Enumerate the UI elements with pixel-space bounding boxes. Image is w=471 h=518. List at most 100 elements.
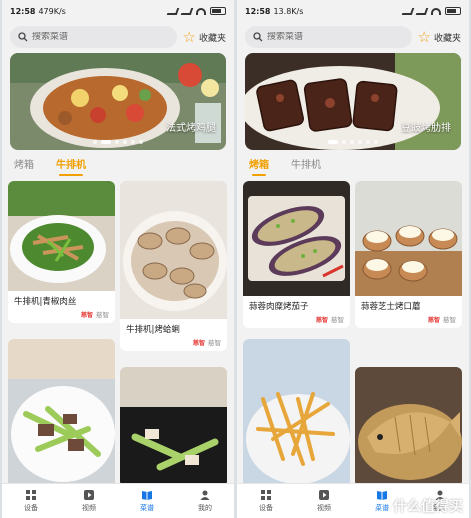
search-input[interactable] xyxy=(32,32,132,42)
nav-recipes[interactable]: 菜谱 xyxy=(118,484,176,518)
carousel-dot[interactable] xyxy=(139,140,143,144)
carousel-dot[interactable] xyxy=(366,140,370,144)
search-row: ☆ 收藏夹 xyxy=(245,26,461,48)
recipe-card[interactable]: 牛排机|烤蛤蜊 慈智 慈智 xyxy=(120,181,227,351)
nav-devices[interactable]: 设备 xyxy=(237,484,295,518)
search-icon xyxy=(18,32,28,42)
recipe-author: 慈智 xyxy=(208,339,221,347)
recipe-card[interactable] xyxy=(120,367,227,483)
recipe-title: 蒜蓉芝士烤口蘑 xyxy=(361,302,421,312)
carousel-dot[interactable] xyxy=(374,140,378,144)
watermark-text: 什么值得买 xyxy=(393,499,463,515)
recipe-card[interactable]: 蒜蓉肉糜烤茄子 慈智 慈智 xyxy=(243,181,350,328)
favorites-label: 收藏夹 xyxy=(433,33,461,44)
recipe-image xyxy=(243,339,350,483)
tab-steak-machine[interactable]: 牛排机 xyxy=(291,156,321,176)
nav-profile[interactable]: 我的 xyxy=(176,484,234,518)
book-icon xyxy=(377,491,387,500)
nav-devices[interactable]: 设备 xyxy=(2,484,60,518)
recipe-card[interactable] xyxy=(8,339,115,483)
recipe-grid: 牛排机|青椒肉丝 慈智 慈智 牛排机|烤蛤蜊 慈智 慈智 xyxy=(8,181,228,483)
recipe-image xyxy=(355,181,462,296)
banner-caption: 豆豉烤肋排 xyxy=(401,123,451,134)
signal-icon xyxy=(180,7,194,15)
star-icon: ☆ xyxy=(417,27,431,46)
nav-label: 设备 xyxy=(259,504,273,512)
status-bar: 12:58 479K/s xyxy=(2,0,234,22)
recipe-meta: 慈智 慈智 xyxy=(120,335,227,351)
nav-label: 我的 xyxy=(198,504,212,512)
bottom-nav: 设备 视频 菜谱 我的 xyxy=(2,483,234,518)
carousel-dot-active[interactable] xyxy=(328,140,338,144)
nav-label: 视频 xyxy=(317,504,331,512)
play-icon xyxy=(84,490,94,500)
banner-carousel[interactable]: 法式烤鸡腿 xyxy=(10,53,226,150)
wifi-icon xyxy=(431,7,441,15)
nav-label: 视频 xyxy=(82,504,96,512)
favorites-button[interactable]: ☆ 收藏夹 xyxy=(182,27,226,46)
status-time: 12:58 xyxy=(245,6,271,16)
grid-icon xyxy=(26,490,36,500)
carousel-dot[interactable] xyxy=(350,140,354,144)
carousel-dot[interactable] xyxy=(358,140,362,144)
search-row: ☆ 收藏夹 xyxy=(10,26,226,48)
search-box[interactable] xyxy=(10,26,177,48)
phone-screen-left: 12:58 479K/s ☆ 收藏夹 法式 xyxy=(2,0,234,518)
recipe-card[interactable]: 蒜蓉芝士烤口蘑 慈智 慈智 xyxy=(355,181,462,328)
carousel-dot[interactable] xyxy=(123,140,127,144)
search-input[interactable] xyxy=(267,32,367,42)
battery-icon xyxy=(210,7,226,15)
carousel-dot[interactable] xyxy=(342,140,346,144)
recipe-card[interactable]: 牛排机|青椒肉丝 慈智 慈智 xyxy=(8,181,115,323)
recipe-author: 慈智 xyxy=(443,316,456,324)
recipe-grid: 蒜蓉肉糜烤茄子 慈智 慈智 蒜蓉芝士烤口蘑 慈智 慈智 xyxy=(243,181,463,483)
status-bar: 12:58 13.8K/s xyxy=(237,0,469,22)
recipe-meta: 慈智 慈智 xyxy=(243,312,350,328)
recipe-title: 牛排机|青椒肉丝 xyxy=(14,297,77,307)
carousel-dots xyxy=(245,140,461,144)
wifi-icon xyxy=(196,7,206,15)
recipe-meta: 慈智 慈智 xyxy=(8,307,115,323)
nav-videos[interactable]: 视频 xyxy=(60,484,118,518)
person-icon xyxy=(200,490,210,500)
signal-icon xyxy=(401,7,415,15)
carousel-dot[interactable] xyxy=(131,140,135,144)
banner-caption: 法式烤鸡腿 xyxy=(166,123,216,134)
status-time: 12:58 xyxy=(10,6,36,16)
nav-label: 菜谱 xyxy=(140,504,154,512)
phone-screen-right: 12:58 13.8K/s ☆ 收藏夹 xyxy=(237,0,469,518)
recipe-image xyxy=(355,367,462,483)
status-icons xyxy=(166,7,226,15)
recipe-image xyxy=(8,181,115,291)
nav-label: 菜谱 xyxy=(375,504,389,512)
recipe-author: 慈智 xyxy=(331,316,344,324)
recipe-author: 慈智 xyxy=(96,311,109,319)
recipe-meta: 慈智 慈智 xyxy=(355,312,462,328)
carousel-dot-active[interactable] xyxy=(101,140,111,144)
recipe-image xyxy=(8,339,115,483)
status-speed: 13.8K/s xyxy=(273,6,304,16)
recipe-title: 牛排机|烤蛤蜊 xyxy=(126,325,180,335)
carousel-dots xyxy=(10,140,226,144)
recipe-image xyxy=(120,181,227,319)
star-icon: ☆ xyxy=(182,27,196,46)
battery-icon xyxy=(445,7,461,15)
nav-videos[interactable]: 视频 xyxy=(295,484,353,518)
category-tabs: 烤箱 牛排机 xyxy=(14,156,86,176)
carousel-dot[interactable] xyxy=(115,140,119,144)
carousel-dot[interactable] xyxy=(93,140,97,144)
signal-icon xyxy=(166,7,180,15)
favorites-button[interactable]: ☆ 收藏夹 xyxy=(417,27,461,46)
recipe-card[interactable] xyxy=(355,367,462,483)
category-tabs: 烤箱 牛排机 xyxy=(249,156,321,176)
banner-carousel[interactable]: 豆豉烤肋排 xyxy=(245,53,461,150)
tab-oven[interactable]: 烤箱 xyxy=(14,156,34,176)
brand-logo: 慈智 xyxy=(80,311,93,319)
recipe-card[interactable] xyxy=(243,339,350,483)
tab-steak-machine[interactable]: 牛排机 xyxy=(56,156,86,176)
signal-icon xyxy=(415,7,429,15)
banner-image-ribs xyxy=(245,53,461,150)
status-icons xyxy=(401,7,461,15)
tab-oven[interactable]: 烤箱 xyxy=(249,156,269,176)
search-box[interactable] xyxy=(245,26,412,48)
